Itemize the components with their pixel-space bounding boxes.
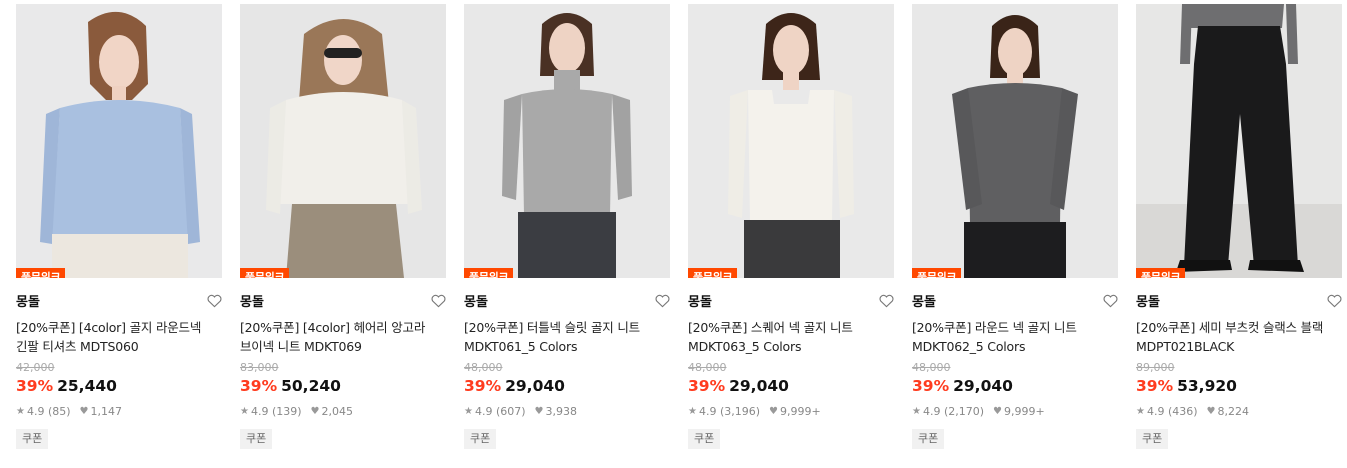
heart-icon[interactable] xyxy=(207,294,222,308)
product-image[interactable]: 풀문위크 xyxy=(688,4,894,278)
product-name[interactable]: [20%쿠폰] 스퀘어 넥 골지 니트 MDKT063_5 Colors xyxy=(688,318,894,356)
model-photo xyxy=(464,4,670,278)
model-photo xyxy=(912,4,1118,278)
product-card[interactable]: 풀문위크 몽돌 [20%쿠폰] 라운드 넥 골지 니트 MDKT062_5 Col… xyxy=(912,4,1118,449)
product-name[interactable]: [20%쿠폰] [4color] 헤어리 앙고라 브이넥 니트 MDKT069 xyxy=(240,318,446,356)
product-card[interactable]: 풀문위크 몽돌 [20%쿠폰] 터틀넥 슬릿 골지 니트 MDKT061_5 Co… xyxy=(464,4,670,449)
brand-name[interactable]: 몽돌 xyxy=(1136,295,1160,310)
original-price: 89,000 xyxy=(1136,361,1175,374)
heart-icon[interactable] xyxy=(655,294,670,308)
discount-rate: 39% xyxy=(1136,377,1174,395)
coupon-tag: 쿠폰 xyxy=(1136,429,1169,449)
sale-price: 29,040 xyxy=(505,377,565,395)
product-image[interactable]: 풀문위크 xyxy=(16,4,222,278)
product-name[interactable]: [20%쿠폰] [4color] 골지 라운드넥 긴팔 티셔츠 MDTS060 xyxy=(16,318,222,356)
heart-icon[interactable] xyxy=(1103,294,1118,308)
heart-filled-icon: ♥ xyxy=(769,406,779,417)
discount-rate: 39% xyxy=(240,377,278,395)
product-name[interactable]: [20%쿠폰] 세미 부츠컷 슬랙스 블랙 MDPT021BLACK xyxy=(1136,318,1342,356)
discount-rate: 39% xyxy=(688,377,726,395)
model-photo xyxy=(16,4,222,278)
rating: 4.9 (139) xyxy=(250,405,302,418)
like-count: 1,147 xyxy=(90,405,123,418)
sale-price: 29,040 xyxy=(729,377,789,395)
brand-name[interactable]: 몽돌 xyxy=(240,295,264,310)
promo-badge: 풀문위크 xyxy=(16,268,66,278)
heart-filled-icon: ♥ xyxy=(993,406,1003,417)
heart-filled-icon: ♥ xyxy=(79,406,89,417)
coupon-tag: 쿠폰 xyxy=(16,429,49,449)
sale-price: 25,440 xyxy=(57,377,117,395)
original-price: 48,000 xyxy=(912,361,951,374)
coupon-tag: 쿠폰 xyxy=(688,429,721,449)
sale-price: 53,920 xyxy=(1177,377,1237,395)
rating: 4.9 (3,196) xyxy=(698,405,761,418)
star-icon: ★ xyxy=(240,406,249,417)
brand-name[interactable]: 몽돌 xyxy=(912,295,936,310)
heart-filled-icon: ♥ xyxy=(534,406,544,417)
star-icon: ★ xyxy=(1136,406,1145,417)
star-icon: ★ xyxy=(464,406,473,417)
product-stats: ★ 4.9 (607) ♥ 3,938 xyxy=(464,405,670,419)
rating: 4.9 (85) xyxy=(26,405,71,418)
sale-price: 50,240 xyxy=(281,377,341,395)
star-icon: ★ xyxy=(912,406,921,417)
original-price: 42,000 xyxy=(16,361,55,374)
discount-rate: 39% xyxy=(464,377,502,395)
promo-badge: 풀문위크 xyxy=(464,268,514,278)
product-grid: 풀문위크 몽돌 [20%쿠폰] [4color] 골지 라운드넥 긴팔 티셔츠 M… xyxy=(0,0,1347,468)
product-stats: ★ 4.9 (85) ♥ 1,147 xyxy=(16,405,222,419)
coupon-tag: 쿠폰 xyxy=(912,429,945,449)
promo-badge: 풀문위크 xyxy=(688,268,738,278)
product-name[interactable]: [20%쿠폰] 터틀넥 슬릿 골지 니트 MDKT061_5 Colors xyxy=(464,318,670,356)
product-image[interactable]: 풀문위크 xyxy=(240,4,446,278)
rating: 4.9 (2,170) xyxy=(922,405,985,418)
star-icon: ★ xyxy=(688,406,697,417)
coupon-tag: 쿠폰 xyxy=(240,429,273,449)
original-price: 48,000 xyxy=(464,361,503,374)
model-photo xyxy=(688,4,894,278)
rating: 4.9 (607) xyxy=(474,405,526,418)
product-image[interactable]: 풀문위크 xyxy=(464,4,670,278)
product-card[interactable]: 풀문위크 몽돌 [20%쿠폰] 세미 부츠컷 슬랙스 블랙 MDPT021BLAC… xyxy=(1136,4,1342,449)
product-name[interactable]: [20%쿠폰] 라운드 넥 골지 니트 MDKT062_5 Colors xyxy=(912,318,1118,356)
coupon-tag: 쿠폰 xyxy=(464,429,497,449)
heart-filled-icon: ♥ xyxy=(310,406,320,417)
product-stats: ★ 4.9 (139) ♥ 2,045 xyxy=(240,405,446,419)
brand-name[interactable]: 몽돌 xyxy=(16,295,40,310)
like-count: 2,045 xyxy=(321,405,354,418)
original-price: 48,000 xyxy=(688,361,727,374)
product-stats: ★ 4.9 (3,196) ♥ 9,999+ xyxy=(688,405,894,419)
product-card[interactable]: 풀문위크 몽돌 [20%쿠폰] 스퀘어 넥 골지 니트 MDKT063_5 Col… xyxy=(688,4,894,449)
promo-badge: 풀문위크 xyxy=(1136,268,1186,278)
promo-badge: 풀문위크 xyxy=(240,268,290,278)
like-count: 8,224 xyxy=(1217,405,1250,418)
product-stats: ★ 4.9 (2,170) ♥ 9,999+ xyxy=(912,405,1118,419)
discount-rate: 39% xyxy=(912,377,950,395)
like-count: 9,999+ xyxy=(1004,405,1045,418)
star-icon: ★ xyxy=(16,406,25,417)
product-stats: ★ 4.9 (436) ♥ 8,224 xyxy=(1136,405,1342,419)
promo-badge: 풀문위크 xyxy=(912,268,962,278)
heart-icon[interactable] xyxy=(879,294,894,308)
rating: 4.9 (436) xyxy=(1146,405,1198,418)
model-photo xyxy=(240,4,446,278)
brand-name[interactable]: 몽돌 xyxy=(464,295,488,310)
original-price: 83,000 xyxy=(240,361,279,374)
heart-icon[interactable] xyxy=(1327,294,1342,308)
product-image[interactable]: 풀문위크 xyxy=(912,4,1118,278)
product-card[interactable]: 풀문위크 몽돌 [20%쿠폰] [4color] 헤어리 앙고라 브이넥 니트 M… xyxy=(240,4,446,449)
like-count: 3,938 xyxy=(545,405,578,418)
like-count: 9,999+ xyxy=(780,405,821,418)
product-card[interactable]: 풀문위크 몽돌 [20%쿠폰] [4color] 골지 라운드넥 긴팔 티셔츠 M… xyxy=(16,4,222,449)
model-photo xyxy=(1136,4,1342,278)
heart-filled-icon: ♥ xyxy=(1206,406,1216,417)
discount-rate: 39% xyxy=(16,377,54,395)
product-image[interactable]: 풀문위크 xyxy=(1136,4,1342,278)
heart-icon[interactable] xyxy=(431,294,446,308)
sale-price: 29,040 xyxy=(953,377,1013,395)
brand-name[interactable]: 몽돌 xyxy=(688,295,712,310)
